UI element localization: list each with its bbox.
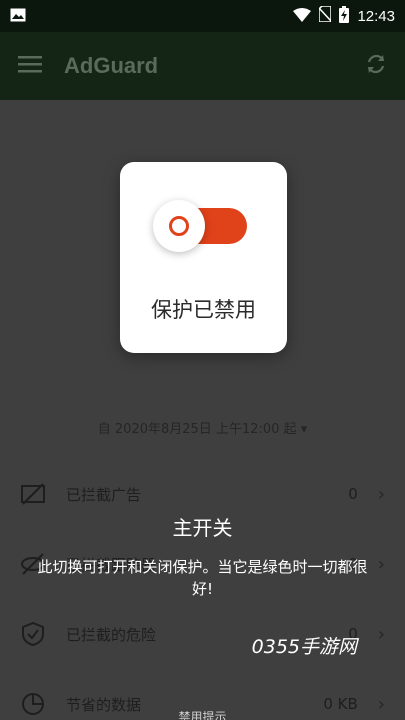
menu-icon[interactable]	[18, 55, 42, 77]
stats-date-range[interactable]: 自 2020年8月25日 上午12:00 起 ▾	[0, 418, 405, 437]
no-sim-icon	[318, 5, 333, 26]
refresh-icon[interactable]	[365, 53, 387, 79]
power-ring-icon	[169, 216, 189, 236]
image-notification-icon	[10, 7, 26, 26]
protection-toggle[interactable]	[153, 200, 249, 252]
tip-title: 主开关	[172, 516, 233, 540]
app-title: AdGuard	[64, 53, 159, 78]
status-bar: 12:43	[0, 0, 405, 32]
watermark: 0355手游网	[251, 636, 357, 658]
protection-status-card: 保护已禁用	[120, 162, 287, 353]
wifi-icon	[293, 7, 312, 26]
toggle-knob	[153, 200, 205, 252]
battery-charging-icon	[339, 5, 350, 27]
clock: 12:43	[357, 7, 395, 25]
chevron-right-icon: ›	[377, 483, 385, 505]
tip-body: 此切换可打开和关闭保护。当它是绿色时一切都很好!	[37, 558, 368, 598]
disable-tips-button[interactable]: 禁用提示	[0, 708, 405, 720]
ad-block-icon	[20, 481, 46, 507]
chevron-right-icon: ›	[377, 623, 385, 645]
app-bar: AdGuard	[0, 32, 405, 100]
dropdown-arrow-icon: ▾	[300, 422, 308, 437]
chevron-right-icon: ›	[377, 553, 385, 575]
protection-status-text: 保护已禁用	[151, 298, 256, 322]
shield-icon	[20, 621, 46, 647]
